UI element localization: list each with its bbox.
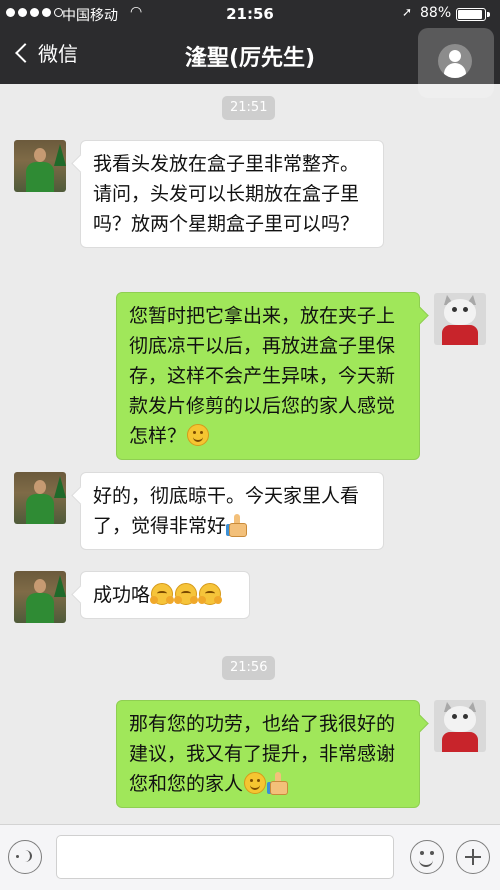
outgoing-message[interactable]: 那有您的功劳，也给了我很好的建议，我又有了提升，非常感谢您和您的家人 (116, 700, 420, 808)
chat-profile-button[interactable] (418, 28, 494, 98)
incoming-message[interactable]: 我看头发放在盒子里非常整齐。请问，头发可以长期放在盒子里吗？放两个星期盒子里可以… (80, 140, 384, 248)
contact-avatar[interactable] (14, 472, 66, 524)
my-avatar[interactable] (434, 700, 486, 752)
smile-emoji-icon (187, 424, 210, 446)
person-icon (438, 44, 472, 78)
contact-avatar[interactable] (14, 140, 66, 192)
contact-avatar[interactable] (14, 571, 66, 623)
outgoing-message[interactable]: 您暂时把它拿出来，放在夹子上彻底凉干以后，再放进盒子里保存，这样不会产生异味，今… (116, 292, 420, 460)
voice-input-button[interactable] (8, 840, 42, 874)
location-arrow-icon: ➚ (402, 5, 413, 19)
message-input[interactable] (56, 835, 394, 879)
header-bar: 中国移动 ◠ 21:56 ➚ 88% 微信 湰聖(厉先生) (0, 0, 500, 98)
battery-icon (456, 8, 490, 21)
incoming-message[interactable]: 好的，彻底晾干。今天家里人看了，觉得非常好 (80, 472, 384, 550)
my-avatar[interactable] (434, 293, 486, 345)
thumbs-up-emoji-icon (268, 772, 289, 795)
message-text: 成功咯 (93, 584, 151, 606)
message-text: 我看头发放在盒子里非常整齐。请问，头发可以长期放在盒子里吗？放两个星期盒子里可以… (93, 153, 360, 235)
message-text: 您暂时把它拿出来，放在夹子上彻底凉干以后，再放进盒子里保存，这样不会产生异味，今… (129, 305, 396, 447)
more-options-button[interactable] (456, 840, 490, 874)
battery-percent: 88% (420, 5, 452, 21)
status-bar: 中国移动 ◠ 21:56 ➚ 88% (0, 0, 500, 28)
input-bar (0, 824, 500, 890)
incoming-message[interactable]: 成功咯 (80, 571, 250, 619)
hug-emoji-icon (198, 583, 222, 605)
timestamp: 21:51 (222, 96, 276, 120)
hug-emoji-icon (174, 583, 198, 605)
emoji-button[interactable] (410, 840, 444, 874)
thumbs-up-emoji-icon (227, 514, 248, 537)
smile-emoji-icon (244, 772, 267, 794)
message-text: 好的，彻底晾干。今天家里人看了，觉得非常好 (93, 485, 360, 537)
hug-emoji-icon (150, 583, 174, 605)
timestamp: 21:56 (222, 656, 276, 680)
